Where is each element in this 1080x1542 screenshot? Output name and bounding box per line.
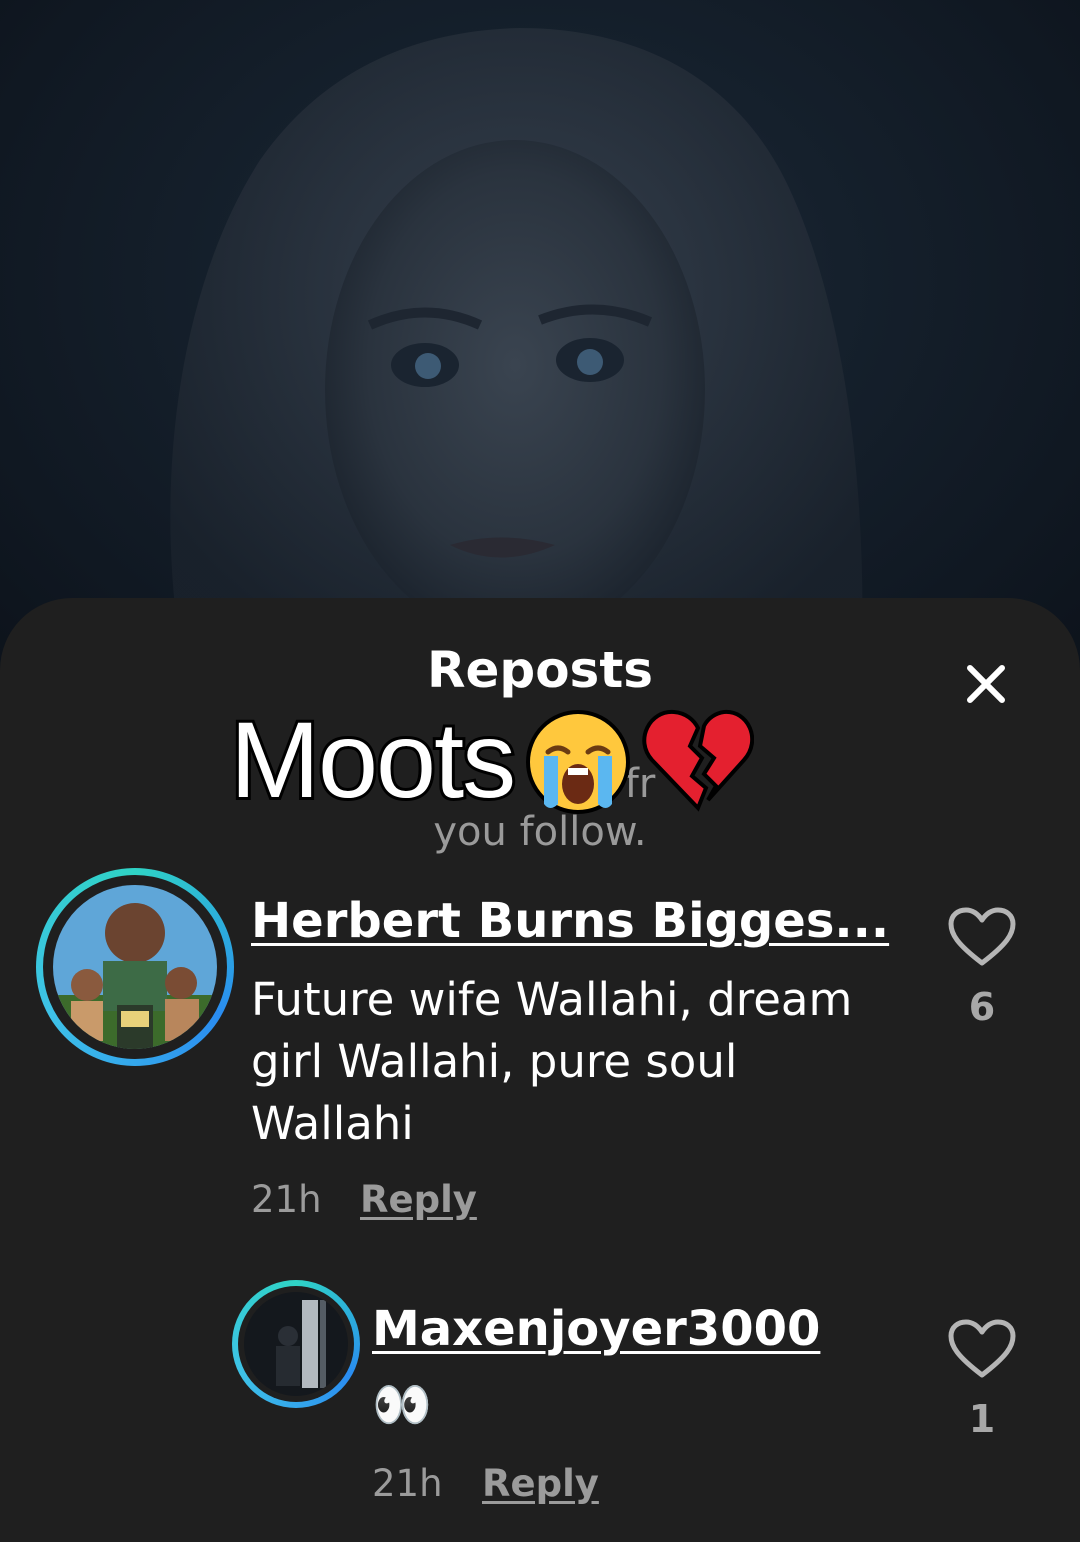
- sheet-title: Reposts: [427, 641, 653, 699]
- loudly-crying-face-emoji: [526, 710, 631, 814]
- comment-username[interactable]: Maxenjoyer3000: [372, 1301, 820, 1357]
- comment-time: 21h: [251, 1178, 322, 1221]
- comment-avatar[interactable]: [36, 868, 234, 1066]
- comment-text: 👀: [372, 1377, 432, 1433]
- app-screen: Reposts fr you follow. Moots Herbert Bur…: [0, 0, 1080, 1542]
- overlay-caption: Moots: [227, 699, 755, 820]
- broken-heart-emoji: [642, 709, 755, 812]
- comment-text: Future wife Wallahi, dream girl Wallahi,…: [251, 973, 853, 1150]
- comment-time: 21h: [372, 1462, 443, 1505]
- overlay-caption-text: Moots: [227, 699, 519, 820]
- like-count: 6: [968, 985, 996, 1029]
- heart-outline-icon[interactable]: [947, 906, 1017, 968]
- avatar-photo: [244, 1292, 348, 1396]
- avatar-photo: [53, 885, 217, 1049]
- video-frame-illustration: [170, 28, 863, 700]
- reply-button[interactable]: Reply: [360, 1178, 477, 1222]
- like-count: 1: [968, 1397, 996, 1441]
- heart-outline-icon[interactable]: [947, 1318, 1017, 1380]
- comment-avatar[interactable]: [232, 1280, 360, 1408]
- background-video[interactable]: [0, 0, 1080, 700]
- close-icon[interactable]: [958, 656, 1014, 712]
- reply-button[interactable]: Reply: [482, 1462, 599, 1506]
- comment-username[interactable]: Herbert Burns Bigges...: [251, 893, 889, 949]
